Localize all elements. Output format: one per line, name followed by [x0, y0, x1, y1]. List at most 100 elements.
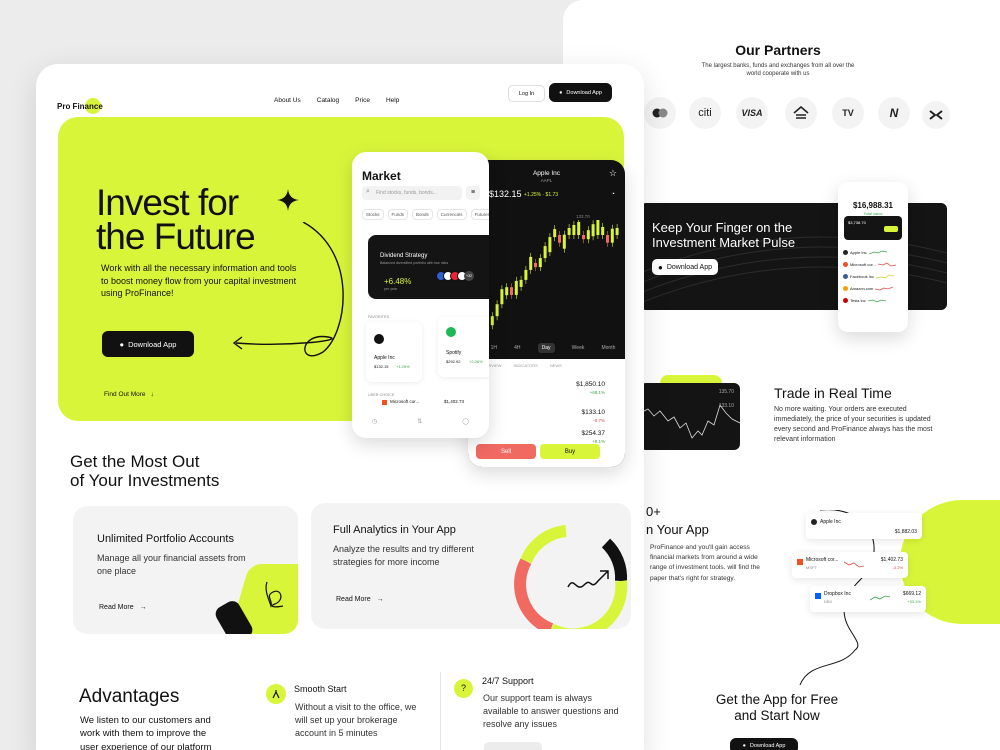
chart-phone-ticker: AAPL	[540, 178, 553, 183]
markets-title-2: n Your App	[646, 522, 709, 537]
chip-stocks[interactable]: Stocks	[362, 209, 384, 220]
apple-icon	[811, 519, 817, 525]
info-tabs: OVERVIEW INDICATORS NEWS	[480, 363, 562, 368]
period-tabs: 1H 4H Day Week Month	[482, 341, 624, 355]
partners-title: Our Partners	[735, 42, 821, 58]
portfolio-squiggle	[265, 581, 284, 608]
portfolio-read-more[interactable]: Read More →	[99, 604, 147, 611]
read-more-label: Read More	[336, 596, 371, 603]
dividend-card[interactable]: Dividend Strategy Balanced diversified p…	[368, 235, 489, 299]
market-card-3-name: Dropbox Inc	[824, 591, 851, 597]
market-card-3[interactable]: Dropbox Inc DBX $669.12 +33.1%	[810, 586, 926, 612]
dividend-logos: +32	[436, 271, 474, 281]
realtime-chart-card: 135.70 133.10	[640, 383, 740, 450]
login-button[interactable]: Log In	[508, 85, 545, 102]
realtime-high: 135.70	[718, 389, 734, 395]
fav2-change: +2.06%	[469, 359, 483, 364]
section2-title-2: of Your Investments	[70, 471, 220, 490]
tab-news[interactable]: NEWS	[550, 363, 562, 368]
market-search-input[interactable]: ⌕ Find stocks, funds, bonds...	[362, 186, 462, 200]
price-1: $1,850.10	[576, 381, 605, 388]
realtime-desc: No more waiting. Your orders are execute…	[774, 406, 933, 444]
period-tab[interactable]: Month	[601, 345, 615, 351]
buy-button[interactable]: Buy	[540, 444, 600, 459]
candle	[500, 289, 504, 305]
analytics-desc: Analyze the results and try different st…	[333, 544, 474, 568]
stock-name: Amazon.com	[850, 285, 874, 291]
n-logo: N	[878, 97, 910, 129]
hero-download-button[interactable]: ● Download App	[102, 331, 194, 357]
market-card-2-change: -3.2%	[892, 565, 903, 570]
change-2: -0.7%	[593, 418, 605, 423]
clock-icon[interactable]: ◷	[372, 418, 377, 425]
price-3: $254.37	[581, 430, 606, 437]
find-out-more-link[interactable]: Find Out More ↓	[104, 391, 154, 398]
candle	[582, 235, 585, 240]
apple-icon: ●	[559, 89, 563, 96]
tab-indicators[interactable]: INDICATORS	[514, 363, 538, 368]
candle	[596, 220, 600, 235]
stock-icon	[843, 261, 848, 267]
nav-catalog[interactable]: Catalog	[317, 97, 339, 104]
price-2: $133.10	[581, 409, 606, 416]
candle	[495, 304, 499, 317]
arrow-right-icon: →	[376, 596, 384, 603]
market-phone-title: Market	[362, 169, 401, 183]
smooth-start-icon	[266, 684, 286, 704]
advantages-title: Advantages	[79, 686, 180, 707]
bottom-nav: ◷ ⇅ ◯	[352, 418, 489, 425]
profile-icon[interactable]: ◯	[462, 418, 469, 425]
star-icon[interactable]: ☆	[609, 168, 617, 179]
nav-about-us[interactable]: About Us	[274, 97, 301, 104]
fav-card-apple[interactable]: Apple Inc $132.15 +1.25%	[366, 322, 422, 382]
chip-futures[interactable]: Futures	[470, 209, 489, 220]
uc-row[interactable]: Microsoft cor... $1,402.73	[376, 397, 486, 409]
main-nav: About Us Catalog Price Help	[274, 97, 399, 104]
swap-icon[interactable]: ⇅	[417, 418, 422, 425]
period-tab-active[interactable]: Day	[537, 343, 555, 353]
list-item: Amazon.com	[843, 282, 903, 294]
analytics-read-more[interactable]: Read More →	[336, 596, 384, 603]
support-title: 24/7 Support	[482, 676, 534, 686]
candle	[510, 287, 513, 295]
market-card-1-name: Apple Inc	[820, 519, 841, 525]
sell-button[interactable]: Sell	[476, 444, 536, 459]
fav1-change: +1.25%	[396, 364, 410, 369]
pulse-download-button[interactable]: ● Download App	[652, 259, 718, 275]
fav2-name: Spotify	[446, 350, 462, 356]
nav-download-button[interactable]: ● Download App	[549, 83, 612, 102]
candle	[534, 262, 537, 268]
pulse-phone-card-value: $3,738.70	[848, 220, 866, 225]
chip-bonds[interactable]: Bonds	[412, 209, 433, 220]
spotify-icon	[446, 327, 456, 337]
candle	[601, 227, 605, 235]
realtime-low: 133.10	[718, 403, 734, 409]
market-card-2-sub: MSFT	[806, 565, 817, 570]
candle	[543, 246, 547, 259]
chip-funds[interactable]: Funds	[387, 209, 409, 220]
bell-icon[interactable]: ◔	[611, 191, 615, 198]
period-tab[interactable]: 1H	[491, 345, 497, 351]
microsoft-icon	[382, 400, 387, 405]
support-button-partial[interactable]	[484, 742, 542, 750]
dividend-period: per year	[384, 287, 398, 291]
hero-download-label: Download App	[128, 339, 177, 349]
nav-download-label: Download App	[566, 89, 602, 96]
nav-help[interactable]: Help	[386, 97, 399, 104]
nav-price[interactable]: Price	[355, 97, 370, 104]
chart-phone: ← Apple Inc AAPL ☆ $132.15 +1.25% · $1.7…	[468, 160, 625, 467]
search-icon: ⌕	[366, 188, 370, 195]
chart-phone-change: +1.25% · $1.73	[524, 192, 559, 198]
getapp-download-button[interactable]: ● Download App	[730, 738, 798, 750]
arrow-down-icon: ↓	[150, 391, 154, 398]
market-card-1[interactable]: Apple Inc $1,882.03	[806, 513, 922, 539]
fav1-price: $132.15	[374, 364, 389, 369]
feature-card-analytics: Full Analytics in Your App Analyze the r…	[311, 503, 631, 629]
chip-currencies[interactable]: Currencies	[436, 209, 467, 220]
filter-icon[interactable]: ≡	[466, 186, 480, 200]
fav1-name: Apple Inc	[374, 355, 395, 361]
market-card-2[interactable]: Microsoft cor... MSFT $1,402.73 -3.2%	[792, 552, 908, 578]
period-tab[interactable]: 4H	[514, 345, 520, 351]
fav-card-spotify[interactable]: Spotify $292.92 +2.06%	[438, 317, 489, 377]
period-tab[interactable]: Week	[572, 345, 585, 351]
